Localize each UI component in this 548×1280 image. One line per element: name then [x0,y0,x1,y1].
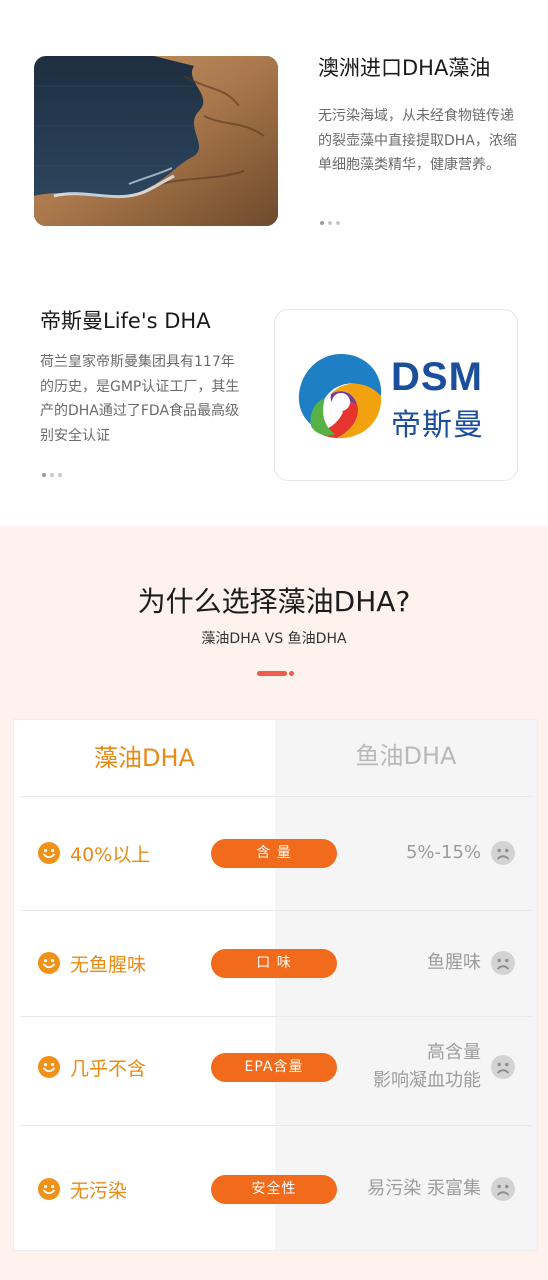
algae-value: 几乎不含 [70,1058,147,1080]
smiley-face-icon [38,952,60,974]
comparison-row: 40%以上 含 量 5%-15% [14,797,537,910]
carousel-dot [336,221,340,225]
comparison-subheading: 藻油DHA VS 鱼油DHA [201,631,347,647]
dsm-logo-chinese: 帝斯曼 [391,408,484,443]
criterion-pill: 含 量 [211,839,337,868]
fish-value: 鱼腥味 [427,952,481,973]
criterion-pill: EPA含量 [211,1053,337,1082]
brand-description: 荷兰皇家帝斯曼集团具有117年的历史，是GMP认证工厂，其生产的DHA通过了FD… [40,354,240,444]
algae-value: 无鱼腥味 [70,954,147,976]
fish-value: 易污染 汞富集 [367,1178,481,1199]
fish-oil-header: 鱼油DHA [355,742,457,770]
frown-face-icon [491,1177,515,1201]
carousel-dot [320,221,324,225]
fish-value: 高含量 [427,1042,481,1063]
algae-value: 40%以上 [70,844,151,866]
smiley-face-icon [38,1178,60,1200]
dsm-logo-card: DSM 帝斯曼 [274,309,518,481]
comparison-row: 无鱼腥味 口 味 鱼腥味 [14,911,537,1016]
brand-title: 帝斯曼Life's DHA [40,309,211,333]
comparison-row: 无污染 安全性 易污染 汞富集 [14,1126,537,1250]
carousel-dots [42,473,62,477]
carousel-dot [42,473,46,477]
criterion-pill: 安全性 [211,1175,337,1204]
algae-oil-header: 藻油DHA [94,744,195,772]
ocean-rocks-photo [34,56,278,226]
fish-value-note: 影响凝血功能 [373,1070,481,1091]
frown-face-icon [491,1055,515,1079]
algae-value: 无污染 [70,1180,128,1202]
heading-accent-dot [289,671,294,676]
dsm-logo-text: DSM [391,355,483,399]
comparison-table: 藻油DHA 鱼油DHA 40%以上 含 量 5%-15% 无鱼腥味 口 味 鱼腥… [13,719,538,1251]
carousel-dot [50,473,54,477]
smiley-face-icon [38,1056,60,1078]
carousel-dot [58,473,62,477]
carousel-dot [328,221,332,225]
smiley-face-icon [38,842,60,864]
intro-title: 澳洲进口DHA藻油 [318,56,491,80]
carousel-dots [320,221,340,225]
fish-value: 5%-15% [405,842,481,863]
frown-face-icon [491,841,515,865]
comparison-heading: 为什么选择藻油DHA? [137,585,411,618]
heading-accent-bar [257,671,287,676]
intro-description: 无污染海域，从未经食物链传递的裂壶藻中直接提取DHA，浓缩单细胞藻类精华，健康营… [318,108,517,173]
frown-face-icon [491,951,515,975]
dsm-logo-icon [298,354,382,439]
criterion-pill: 口 味 [211,949,337,978]
comparison-row: 几乎不含 EPA含量 高含量 影响凝血功能 [14,1017,537,1125]
